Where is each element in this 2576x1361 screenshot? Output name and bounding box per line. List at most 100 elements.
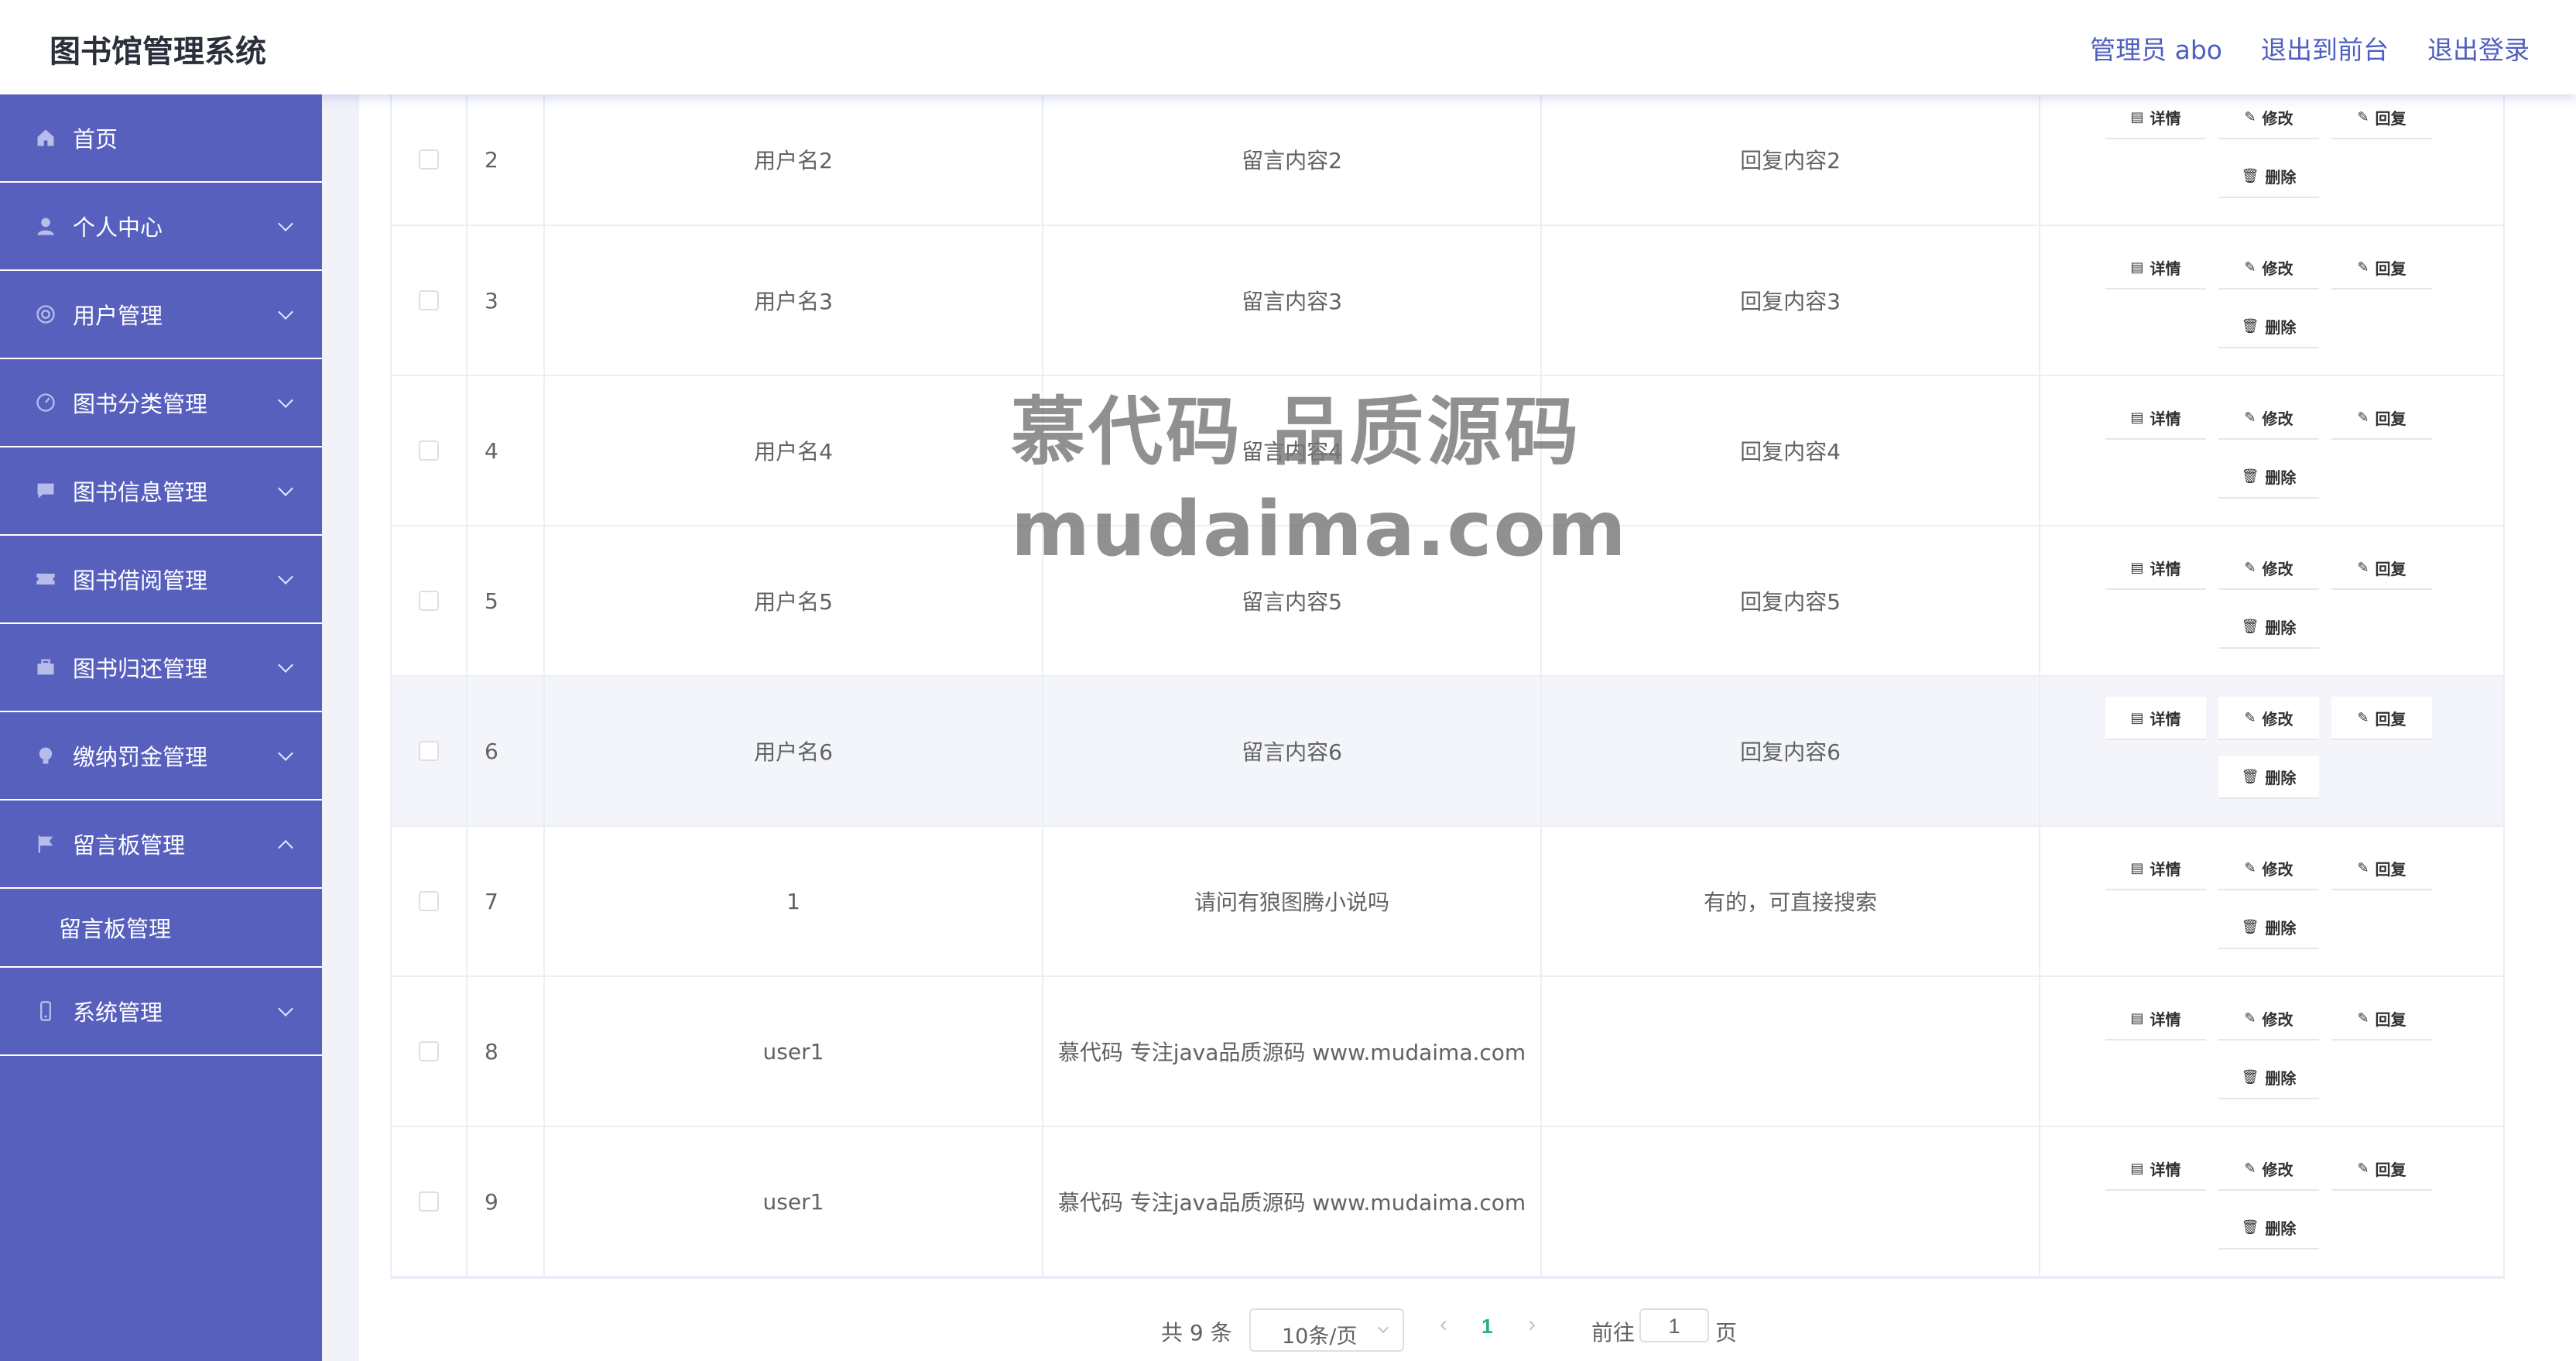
page-size-select[interactable]: 10条/页 bbox=[1249, 1308, 1404, 1352]
row-reply: 回复内容5 bbox=[1542, 526, 2040, 675]
edit-button[interactable]: ✎ 修改 bbox=[2218, 697, 2319, 740]
document-icon: ▤ bbox=[2130, 859, 2144, 876]
delete-button[interactable]: 🗑 删除 bbox=[2218, 1206, 2319, 1250]
row-actions: ▤ 详情 ✎ 修改 ✎ 回复 🗑 删除 bbox=[2040, 1127, 2503, 1276]
phone-icon bbox=[34, 999, 57, 1023]
row-checkbox[interactable] bbox=[419, 891, 439, 911]
row-message: 留言内容4 bbox=[1043, 376, 1542, 525]
row-checkbox[interactable] bbox=[419, 591, 439, 611]
trash-icon: 🗑 bbox=[2241, 618, 2259, 635]
delete-button[interactable]: 🗑 删除 bbox=[2218, 756, 2319, 799]
sidebar-item-label: 图书借阅管理 bbox=[73, 567, 208, 594]
detail-button[interactable]: ▤ 详情 bbox=[2105, 246, 2206, 290]
row-checkbox[interactable] bbox=[419, 149, 439, 170]
sidebar-item-system[interactable]: 系统管理 bbox=[0, 968, 322, 1056]
pencil-icon: ✎ bbox=[2244, 709, 2256, 726]
reply-button[interactable]: ✎ 回复 bbox=[2331, 547, 2432, 590]
detail-button[interactable]: ▤ 详情 bbox=[2105, 547, 2206, 590]
delete-button[interactable]: 🗑 删除 bbox=[2218, 305, 2319, 348]
edit-button[interactable]: ✎ 修改 bbox=[2218, 246, 2319, 290]
row-checkbox[interactable] bbox=[419, 441, 439, 461]
pencil-icon: ✎ bbox=[2244, 409, 2256, 426]
app-title: 图书馆管理系统 bbox=[50, 34, 266, 70]
sidebar-item-label: 图书归还管理 bbox=[73, 656, 208, 682]
trash-icon: 🗑 bbox=[2241, 1219, 2259, 1236]
flag-icon bbox=[34, 832, 57, 855]
reply-button[interactable]: ✎ 回复 bbox=[2331, 96, 2432, 139]
goto-page-input[interactable]: 1 bbox=[1639, 1308, 1709, 1342]
pencil-icon: ✎ bbox=[2357, 409, 2369, 426]
sidebar-item-message-board[interactable]: 留言板管理 bbox=[0, 800, 322, 889]
chevron-down-icon bbox=[1377, 1322, 1389, 1334]
trash-icon: 🗑 bbox=[2241, 1068, 2259, 1085]
document-icon: ▤ bbox=[2130, 1160, 2144, 1177]
edit-button[interactable]: ✎ 修改 bbox=[2218, 997, 2319, 1040]
user-icon bbox=[34, 214, 57, 238]
reply-button[interactable]: ✎ 回复 bbox=[2331, 246, 2432, 290]
sidebar-item-user-management[interactable]: 用户管理 bbox=[0, 271, 322, 359]
table-row: 7 1 请问有狼图腾小说吗 有的，可直接搜索 ▤ 详情 ✎ 修改 ✎ 回复 🗑 删除 bbox=[392, 827, 2503, 977]
prev-page-button[interactable]: ‹ bbox=[1440, 1311, 1447, 1338]
sidebar-item-label: 用户管理 bbox=[73, 303, 163, 329]
detail-button[interactable]: ▤ 详情 bbox=[2105, 1147, 2206, 1191]
row-index: 6 bbox=[468, 677, 545, 825]
sidebar-item-book-category[interactable]: 图书分类管理 bbox=[0, 359, 322, 447]
table-row: 4 用户名4 留言内容4 回复内容4 ▤ 详情 ✎ 修改 ✎ 回复 🗑 删除 bbox=[392, 376, 2503, 526]
row-checkbox[interactable] bbox=[419, 1041, 439, 1061]
detail-button[interactable]: ▤ 详情 bbox=[2105, 847, 2206, 890]
delete-button[interactable]: 🗑 删除 bbox=[2218, 906, 2319, 949]
reply-button[interactable]: ✎ 回复 bbox=[2331, 847, 2432, 890]
exit-to-front-link[interactable]: 退出到前台 bbox=[2261, 29, 2389, 67]
row-index: 7 bbox=[468, 827, 545, 975]
edit-button[interactable]: ✎ 修改 bbox=[2218, 396, 2319, 440]
pencil-icon: ✎ bbox=[2244, 1010, 2256, 1027]
admin-user-link[interactable]: 管理员 abo bbox=[2090, 29, 2222, 67]
edit-button[interactable]: ✎ 修改 bbox=[2218, 1147, 2319, 1191]
edit-button[interactable]: ✎ 修改 bbox=[2218, 847, 2319, 890]
sidebar-item-book-info[interactable]: 图书信息管理 bbox=[0, 447, 322, 536]
chevron-down-icon bbox=[278, 569, 293, 585]
page-number-current[interactable]: 1 bbox=[1482, 1315, 1492, 1339]
reply-button[interactable]: ✎ 回复 bbox=[2331, 396, 2432, 440]
pencil-icon: ✎ bbox=[2244, 859, 2256, 876]
row-message: 慕代码 专注java品质源码 www.mudaima.com bbox=[1043, 977, 1542, 1126]
pencil-icon: ✎ bbox=[2244, 108, 2256, 125]
sidebar-subitem-message-board[interactable]: 留言板管理 bbox=[0, 889, 322, 968]
sidebar-item-home[interactable]: 首页 bbox=[0, 94, 322, 183]
goto-label: 前往 bbox=[1591, 1320, 1636, 1346]
pencil-icon: ✎ bbox=[2357, 108, 2369, 125]
sidebar-item-label: 图书信息管理 bbox=[73, 479, 208, 506]
reply-button[interactable]: ✎ 回复 bbox=[2331, 1147, 2432, 1191]
delete-button[interactable]: 🗑 删除 bbox=[2218, 455, 2319, 499]
delete-button[interactable]: 🗑 删除 bbox=[2218, 605, 2319, 649]
reply-button[interactable]: ✎ 回复 bbox=[2331, 997, 2432, 1040]
logout-link[interactable]: 退出登录 bbox=[2427, 29, 2530, 67]
sidebar-item-label: 留言板管理 bbox=[73, 832, 186, 859]
table-row: 2 用户名2 留言内容2 回复内容2 ▤ 详情 ✎ 修改 ✎ 回复 🗑 删除 bbox=[392, 94, 2503, 226]
sidebar-item-book-borrow[interactable]: 图书借阅管理 bbox=[0, 536, 322, 624]
main-content: 2 用户名2 留言内容2 回复内容2 ▤ 详情 ✎ 修改 ✎ 回复 🗑 删除 3 用户名… bbox=[359, 94, 2576, 1361]
sidebar-item-personal-center[interactable]: 个人中心 bbox=[0, 183, 322, 271]
edit-button[interactable]: ✎ 修改 bbox=[2218, 547, 2319, 590]
row-reply: 回复内容2 bbox=[1542, 94, 2040, 225]
row-index: 4 bbox=[468, 376, 545, 525]
detail-button[interactable]: ▤ 详情 bbox=[2105, 997, 2206, 1040]
row-message: 慕代码 专注java品质源码 www.mudaima.com bbox=[1043, 1127, 1542, 1276]
detail-button[interactable]: ▤ 详情 bbox=[2105, 396, 2206, 440]
row-checkbox[interactable] bbox=[419, 1191, 439, 1212]
trash-icon: 🗑 bbox=[2241, 468, 2259, 485]
detail-button[interactable]: ▤ 详情 bbox=[2105, 96, 2206, 139]
delete-button[interactable]: 🗑 删除 bbox=[2218, 1056, 2319, 1099]
row-checkbox[interactable] bbox=[419, 741, 439, 761]
row-checkbox[interactable] bbox=[419, 290, 439, 310]
edit-button[interactable]: ✎ 修改 bbox=[2218, 96, 2319, 139]
sidebar-item-book-return[interactable]: 图书归还管理 bbox=[0, 624, 322, 712]
sidebar-item-fine-payment[interactable]: 缴纳罚金管理 bbox=[0, 712, 322, 800]
row-index: 2 bbox=[468, 94, 545, 225]
reply-button[interactable]: ✎ 回复 bbox=[2331, 697, 2432, 740]
table-row: 6 用户名6 留言内容6 回复内容6 ▤ 详情 ✎ 修改 ✎ 回复 🗑 删除 bbox=[392, 677, 2503, 827]
next-page-button[interactable]: › bbox=[1528, 1311, 1536, 1338]
delete-button[interactable]: 🗑 删除 bbox=[2218, 155, 2319, 198]
detail-button[interactable]: ▤ 详情 bbox=[2105, 697, 2206, 740]
sidebar-item-label: 首页 bbox=[73, 126, 118, 153]
